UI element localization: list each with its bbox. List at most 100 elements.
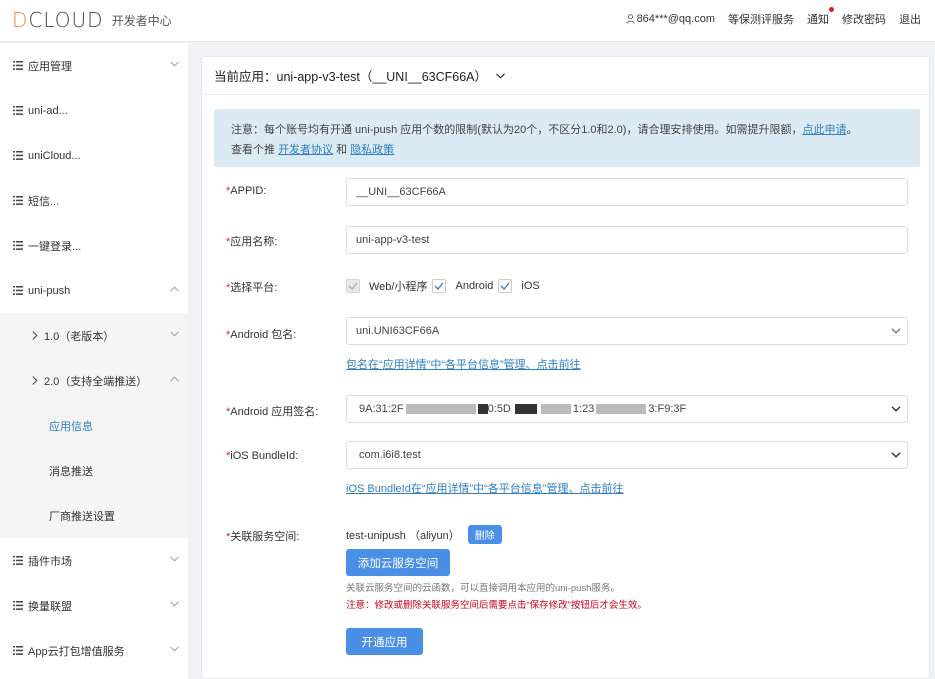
redacted-block bbox=[514, 404, 537, 414]
android-checkbox[interactable] bbox=[432, 279, 447, 293]
chevron-down-icon bbox=[496, 72, 505, 79]
add-cloud-space-button[interactable]: 添加云服务空间 bbox=[346, 549, 450, 576]
list-icon bbox=[13, 601, 23, 610]
notice-text-end: 。 bbox=[846, 124, 858, 136]
signature-part: 0:5D bbox=[487, 403, 511, 415]
sidebar-item-cloud-build[interactable]: App云打包增值服务 bbox=[0, 628, 188, 673]
notice-text: 查看个推 bbox=[231, 144, 279, 156]
sidebar-item-label: 应用信息 bbox=[49, 420, 93, 433]
sidebar-item-traffic-exchange[interactable]: 换量联盟 bbox=[0, 583, 188, 628]
user-account[interactable]: 864***@qq.com bbox=[626, 13, 715, 25]
label-text: 应用名称: bbox=[230, 236, 278, 248]
label-text: iOS BundleId: bbox=[230, 450, 299, 462]
web-miniprogram-checkbox[interactable] bbox=[346, 279, 360, 293]
sidebar-item-label: 厂商推送设置 bbox=[49, 510, 115, 523]
list-icon bbox=[13, 106, 23, 115]
list-icon bbox=[13, 61, 23, 70]
ios-bundleid-select[interactable]: com.i6i8.test bbox=[346, 441, 908, 469]
privacy-policy-link[interactable]: 隐私政策 bbox=[350, 144, 394, 156]
chevron-down-icon bbox=[170, 61, 179, 67]
sidebar-item-uni-push[interactable]: uni-push bbox=[0, 268, 188, 313]
app-name-value: uni-app-v3-test bbox=[356, 234, 430, 246]
sidebar-item-unicloud[interactable]: uniCloud... bbox=[0, 133, 188, 178]
sidebar-item-label: 1.0（老版本） bbox=[44, 330, 115, 343]
platform-checkboxes: Web/小程序 Android iOS bbox=[346, 278, 545, 294]
sidebar-item-label: 插件市场 bbox=[28, 555, 72, 568]
chevron-down-icon bbox=[891, 328, 901, 334]
notice-line-2: 查看个推 开发者协议 和 隐私政策 bbox=[231, 140, 903, 160]
apply-link[interactable]: 点此申请 bbox=[802, 124, 846, 136]
web-miniprogram-label: Web/小程序 bbox=[369, 281, 428, 293]
signature-part: 9A:31:2F bbox=[359, 403, 404, 415]
sidebar-item-plugin-market[interactable]: 插件市场 bbox=[0, 538, 188, 583]
list-icon bbox=[13, 151, 23, 160]
top-nav: 864***@qq.com 等保测评服务 通知 修改密码 退出 bbox=[613, 7, 921, 27]
linked-service-space: test-unipush （aliyun） 删除 bbox=[346, 525, 502, 544]
platform-label: *选择平台: bbox=[226, 279, 277, 295]
label-text: 选择平台: bbox=[230, 282, 278, 294]
chevron-down-icon bbox=[170, 331, 179, 337]
chevron-down-icon bbox=[891, 406, 901, 412]
label-text: 关联服务空间: bbox=[230, 531, 300, 543]
android-package-manage-link[interactable]: 包名在“应用详情”中“各平台信息”管理、点击前往 bbox=[346, 356, 581, 372]
chevron-down-icon bbox=[891, 452, 901, 458]
ios-checkbox[interactable] bbox=[498, 279, 513, 293]
logo-text: CLOUD bbox=[28, 8, 104, 32]
service-space-name: test-unipush （aliyun） bbox=[346, 529, 460, 542]
sidebar-item-push-v2[interactable]: 2.0（支持全端推送） bbox=[0, 358, 188, 403]
current-app-selector[interactable]: 当前应用：uni-app-v3-test（__UNI__63CF66A） bbox=[202, 57, 929, 95]
sidebar-item-push-v1[interactable]: 1.0（老版本） bbox=[0, 313, 188, 358]
nav-security-assessment[interactable]: 等保测评服务 bbox=[728, 11, 794, 27]
label-text: Android 包名: bbox=[230, 329, 297, 341]
chevron-down-icon bbox=[170, 601, 179, 607]
list-icon bbox=[13, 646, 23, 655]
sidebar-item-app-info[interactable]: 应用信息 bbox=[0, 403, 188, 448]
sidebar-item-label: 换量联盟 bbox=[28, 600, 72, 613]
sidebar-item-label: 一键登录... bbox=[28, 240, 82, 253]
main-card: 当前应用：uni-app-v3-test（__UNI__63CF66A） 注意：… bbox=[201, 56, 930, 679]
space-warning: 注意：修改或删除关联服务空间后需要点击“保存修改”按钮后才会生效。 bbox=[346, 600, 647, 611]
notice-text: 和 bbox=[333, 144, 351, 156]
user-icon bbox=[626, 14, 635, 24]
list-icon bbox=[13, 196, 23, 205]
activate-app-button[interactable]: 开通应用 bbox=[346, 628, 423, 655]
chevron-right-icon bbox=[32, 331, 38, 340]
sidebar-item-label: App云打包增值服务 bbox=[28, 645, 125, 658]
developer-agreement-link[interactable]: 开发者协议 bbox=[278, 144, 333, 156]
unread-dot bbox=[829, 7, 834, 12]
redacted-block bbox=[405, 404, 476, 414]
sidebar-item-uni-ad[interactable]: uni-ad... bbox=[0, 88, 188, 133]
redacted-block bbox=[540, 404, 571, 414]
sidebar-item-one-click-login[interactable]: 一键登录... bbox=[0, 223, 188, 268]
android-signature-select[interactable]: 9A:31:2F 0:5D 1:23 3:F9:3F bbox=[346, 395, 908, 423]
sidebar: 应用管理 uni-ad... uniCloud... 短信... 一键登录...… bbox=[0, 43, 188, 679]
delete-space-button[interactable]: 删除 bbox=[467, 525, 502, 544]
sidebar-item-vendor-push-settings[interactable]: 厂商推送设置 bbox=[0, 493, 188, 538]
appid-field[interactable]: __UNI__63CF66A bbox=[346, 178, 908, 206]
android-label: Android bbox=[455, 280, 494, 292]
sidebar-item-label: 短信... bbox=[28, 195, 60, 208]
top-header: DCLOUD 开发者中心 864***@qq.com 等保测评服务 通知 修改密… bbox=[0, 0, 935, 42]
android-package-select[interactable]: uni.UNI63CF66A bbox=[346, 317, 908, 345]
appid-value: __UNI__63CF66A bbox=[356, 186, 446, 198]
sidebar-item-label: uni-ad... bbox=[28, 104, 68, 117]
sidebar-item-label: 2.0（支持全端推送） bbox=[44, 375, 148, 388]
ios-bundleid-value: com.i6i8.test bbox=[359, 449, 421, 461]
nav-logout[interactable]: 退出 bbox=[899, 11, 921, 27]
sidebar-item-sms[interactable]: 短信... bbox=[0, 178, 188, 223]
ios-bundleid-manage-link[interactable]: iOS BundleId在“应用详情”中“各平台信息”管理、点击前往 bbox=[346, 480, 623, 496]
nav-change-password[interactable]: 修改密码 bbox=[842, 11, 886, 27]
app-name-field[interactable]: uni-app-v3-test bbox=[346, 226, 908, 254]
limit-notice: 注意：每个账号均有开通 uni-push 应用个数的限制(默认为20个，不区分1… bbox=[214, 109, 920, 167]
signature-part: 1:23 bbox=[572, 403, 595, 415]
sidebar-item-message-push[interactable]: 消息推送 bbox=[0, 448, 188, 493]
logo-subtitle: 开发者中心 bbox=[111, 13, 172, 28]
space-hint: 关联云服务空间的云函数，可以直接调用本应用的uni-push服务。 bbox=[346, 583, 620, 594]
sidebar-item-app-management[interactable]: 应用管理 bbox=[0, 43, 188, 88]
nav-notifications[interactable]: 通知 bbox=[807, 7, 834, 27]
list-icon bbox=[13, 556, 23, 565]
list-icon bbox=[13, 241, 23, 250]
dcloud-logo[interactable]: DCLOUD 开发者中心 bbox=[12, 8, 172, 32]
notice-text: 注意：每个账号均有开通 uni-push 应用个数的限制(默认为20个，不区分1… bbox=[231, 124, 803, 136]
current-app-title: 当前应用：uni-app-v3-test（__UNI__63CF66A） bbox=[214, 70, 488, 84]
